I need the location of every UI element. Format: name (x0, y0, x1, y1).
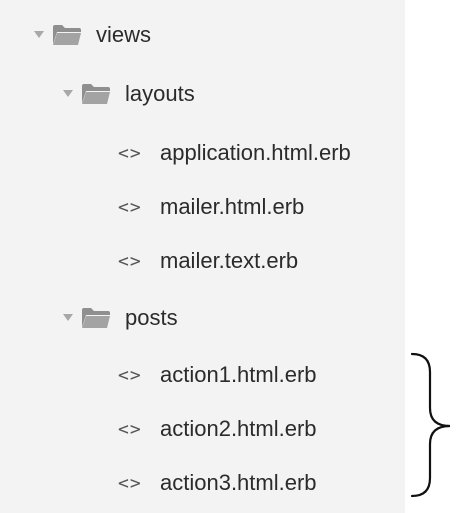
triangle-down-icon[interactable] (63, 313, 73, 323)
code-file-icon: <> (118, 472, 142, 494)
tree-file-action2-html-erb[interactable]: <> action2.html.erb (118, 409, 317, 449)
tree-file-action3-html-erb[interactable]: <> action3.html.erb (118, 463, 317, 503)
tree-folder-label: layouts (125, 81, 195, 106)
code-file-icon: <> (118, 250, 142, 272)
tree-file-application-html-erb[interactable]: <> application.html.erb (118, 133, 351, 173)
tree-file-label: mailer.html.erb (160, 194, 305, 219)
tree-file-mailer-html-erb[interactable]: <> mailer.html.erb (118, 187, 304, 227)
folder-open-icon (81, 83, 111, 105)
file-tree-panel: views layouts <> application.html.erb <>… (0, 0, 457, 513)
code-file-icon: <> (118, 142, 142, 164)
tree-file-label: mailer.text.erb (160, 248, 299, 273)
tree-folder-posts[interactable]: posts (63, 298, 178, 338)
code-file-icon: <> (118, 196, 142, 218)
tree-file-action1-html-erb[interactable]: <> action1.html.erb (118, 355, 317, 395)
tree-file-mailer-text-erb[interactable]: <> mailer.text.erb (118, 241, 298, 281)
tree-file-label: application.html.erb (160, 140, 351, 165)
curly-brace-icon (410, 352, 451, 498)
tree-folder-layouts[interactable]: layouts (63, 74, 195, 114)
tree-file-label: action1.html.erb (160, 362, 317, 387)
triangle-down-icon[interactable] (63, 89, 73, 99)
tree-file-label: action3.html.erb (160, 470, 317, 495)
code-file-icon: <> (118, 364, 142, 386)
code-file-icon: <> (118, 418, 142, 440)
triangle-down-icon[interactable] (34, 30, 44, 40)
tree-file-label: action2.html.erb (160, 416, 317, 441)
tree-folder-views[interactable]: views (34, 15, 151, 55)
folder-open-icon (81, 307, 111, 329)
tree-folder-label: posts (125, 305, 178, 330)
folder-open-icon (52, 24, 82, 46)
tree-folder-label: views (96, 22, 152, 47)
